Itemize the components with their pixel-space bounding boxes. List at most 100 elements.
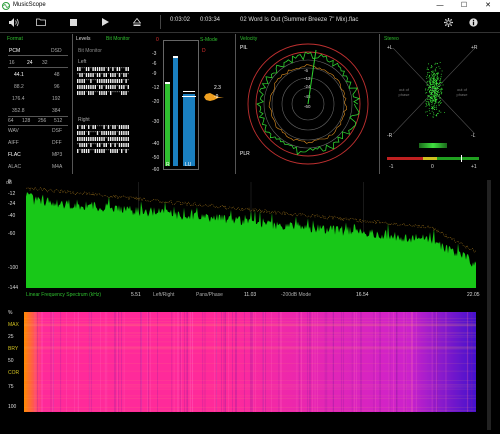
- stereo-dot: [435, 70, 437, 72]
- stereo-dot: [434, 103, 436, 104]
- settings-icon[interactable]: [441, 15, 455, 29]
- stereo-dot: [431, 107, 432, 109]
- bit-cell: [118, 125, 121, 129]
- dsd-label[interactable]: DSD: [51, 48, 62, 54]
- bit-cell: [90, 67, 92, 69]
- rate-352-8[interactable]: 352.8: [12, 108, 25, 114]
- balance-meter: [419, 143, 447, 148]
- dsd-64[interactable]: 64: [8, 118, 14, 124]
- rate-88-2[interactable]: 88.2: [14, 84, 24, 90]
- volume-icon[interactable]: [7, 15, 21, 29]
- stereo-dot: [435, 94, 437, 96]
- bit-cell: [112, 85, 114, 89]
- stereo-dot: [438, 104, 440, 106]
- dsd-256[interactable]: 256: [38, 118, 46, 124]
- format-m4a[interactable]: M4A: [52, 164, 62, 170]
- stereo-panel: Stereo +L +R -R -L out of phase out of p…: [381, 34, 485, 174]
- close-button[interactable]: ✕: [476, 0, 500, 12]
- format-aiff[interactable]: AIFF: [8, 140, 19, 146]
- stereo-dot: [425, 111, 427, 113]
- bit-cell: [125, 67, 127, 71]
- format-alac[interactable]: ALAC: [8, 164, 21, 170]
- bit-cell: [121, 143, 123, 147]
- level-scale-tick: -50: [152, 155, 160, 161]
- rate-176-4[interactable]: 176.4: [12, 96, 25, 102]
- rate-384[interactable]: 384: [52, 108, 60, 114]
- stereo-dot: [434, 91, 436, 93]
- stereo-dot: [436, 113, 438, 114]
- stereo-dot: [434, 69, 436, 71]
- maximize-button[interactable]: ☐: [452, 0, 476, 12]
- rate-192[interactable]: 192: [52, 96, 60, 102]
- x-tick-16-54: 16.54: [356, 292, 369, 298]
- format-flac[interactable]: FLAC: [8, 152, 21, 158]
- spectrum-mode-label[interactable]: Linear Frequency Spectrum (kHz): [26, 292, 101, 298]
- format-dff[interactable]: DFF: [52, 140, 62, 146]
- format-dsf[interactable]: DSF: [52, 128, 62, 134]
- bit-cell: [101, 131, 103, 135]
- format-title: Format: [7, 36, 23, 42]
- bit-cell: [123, 137, 125, 141]
- dsd-512[interactable]: 512: [54, 118, 62, 124]
- bit-cell: [105, 125, 107, 127]
- bit-depth-24[interactable]: 24: [27, 60, 33, 66]
- stereo-dot: [433, 84, 435, 86]
- format-mp3[interactable]: MP3: [52, 152, 62, 158]
- stereo-dot: [432, 106, 434, 108]
- bit-cell: [118, 91, 121, 93]
- bit-cell: [114, 85, 116, 89]
- stereo-dot: [434, 100, 436, 102]
- stereo-dot: [429, 100, 431, 102]
- bit-cell: [96, 131, 99, 135]
- level-clip-label: 0: [156, 37, 159, 43]
- eject-icon[interactable]: [130, 15, 144, 29]
- rate-96[interactable]: 96: [54, 84, 60, 90]
- stereo-dot: [425, 105, 427, 107]
- minimize-button[interactable]: —: [428, 0, 452, 12]
- info-icon[interactable]: [466, 15, 480, 29]
- format-wav[interactable]: WAV: [8, 128, 19, 134]
- bit-depth-32[interactable]: 32: [42, 60, 48, 66]
- tab-200db-mode[interactable]: -200dB Mode: [281, 292, 311, 298]
- bit-cell: [105, 149, 107, 151]
- stereo-dot: [436, 89, 438, 91]
- stereo-dot: [430, 83, 432, 85]
- bit-cell: [83, 73, 85, 75]
- bit-cell: [112, 125, 114, 129]
- bit-cell: [88, 149, 90, 153]
- bit-cell: [90, 143, 92, 147]
- play-icon[interactable]: [98, 15, 112, 29]
- s-mode-label[interactable]: S-Mode: [200, 37, 218, 43]
- bit-cell: [92, 67, 94, 71]
- channel-label-r: R: [166, 162, 170, 168]
- stereo-dot: [432, 87, 433, 89]
- panel-separator: [72, 34, 73, 174]
- stereo-dot: [425, 88, 427, 90]
- rate-44-1[interactable]: 44.1: [14, 72, 24, 78]
- bit-cell: [116, 131, 118, 133]
- bit-cell: [107, 79, 110, 83]
- bit-cell: [118, 67, 121, 71]
- bit-depth-16[interactable]: 16: [9, 60, 15, 66]
- stop-icon[interactable]: [66, 15, 80, 29]
- tab-left-right[interactable]: Left/Right: [153, 292, 174, 298]
- stereo-dot: [427, 101, 429, 103]
- stereo-dot: [428, 63, 430, 65]
- bit-cell: [103, 73, 105, 77]
- tab-pans-phase[interactable]: Pans/Phase: [196, 292, 223, 298]
- folder-icon[interactable]: [34, 15, 48, 29]
- bit-monitor-label[interactable]: Bit Monitor: [106, 36, 130, 42]
- bit-cell: [107, 149, 110, 151]
- stereo-dot: [431, 110, 433, 112]
- toolbar-separator: [160, 15, 161, 29]
- bit-cell: [94, 91, 96, 93]
- rate-48[interactable]: 48: [54, 72, 60, 78]
- stereo-dot: [434, 78, 436, 80]
- pcm-label[interactable]: PCM: [9, 48, 20, 54]
- velocity-panel: Velocity PIL PLR -6 -12 -24 -48 -60: [237, 34, 377, 174]
- dsd-128[interactable]: 128: [22, 118, 30, 124]
- bit-cell: [116, 91, 118, 93]
- d-label: D: [202, 48, 206, 54]
- scrollbar[interactable]: [487, 180, 491, 430]
- bit-cell: [88, 143, 90, 145]
